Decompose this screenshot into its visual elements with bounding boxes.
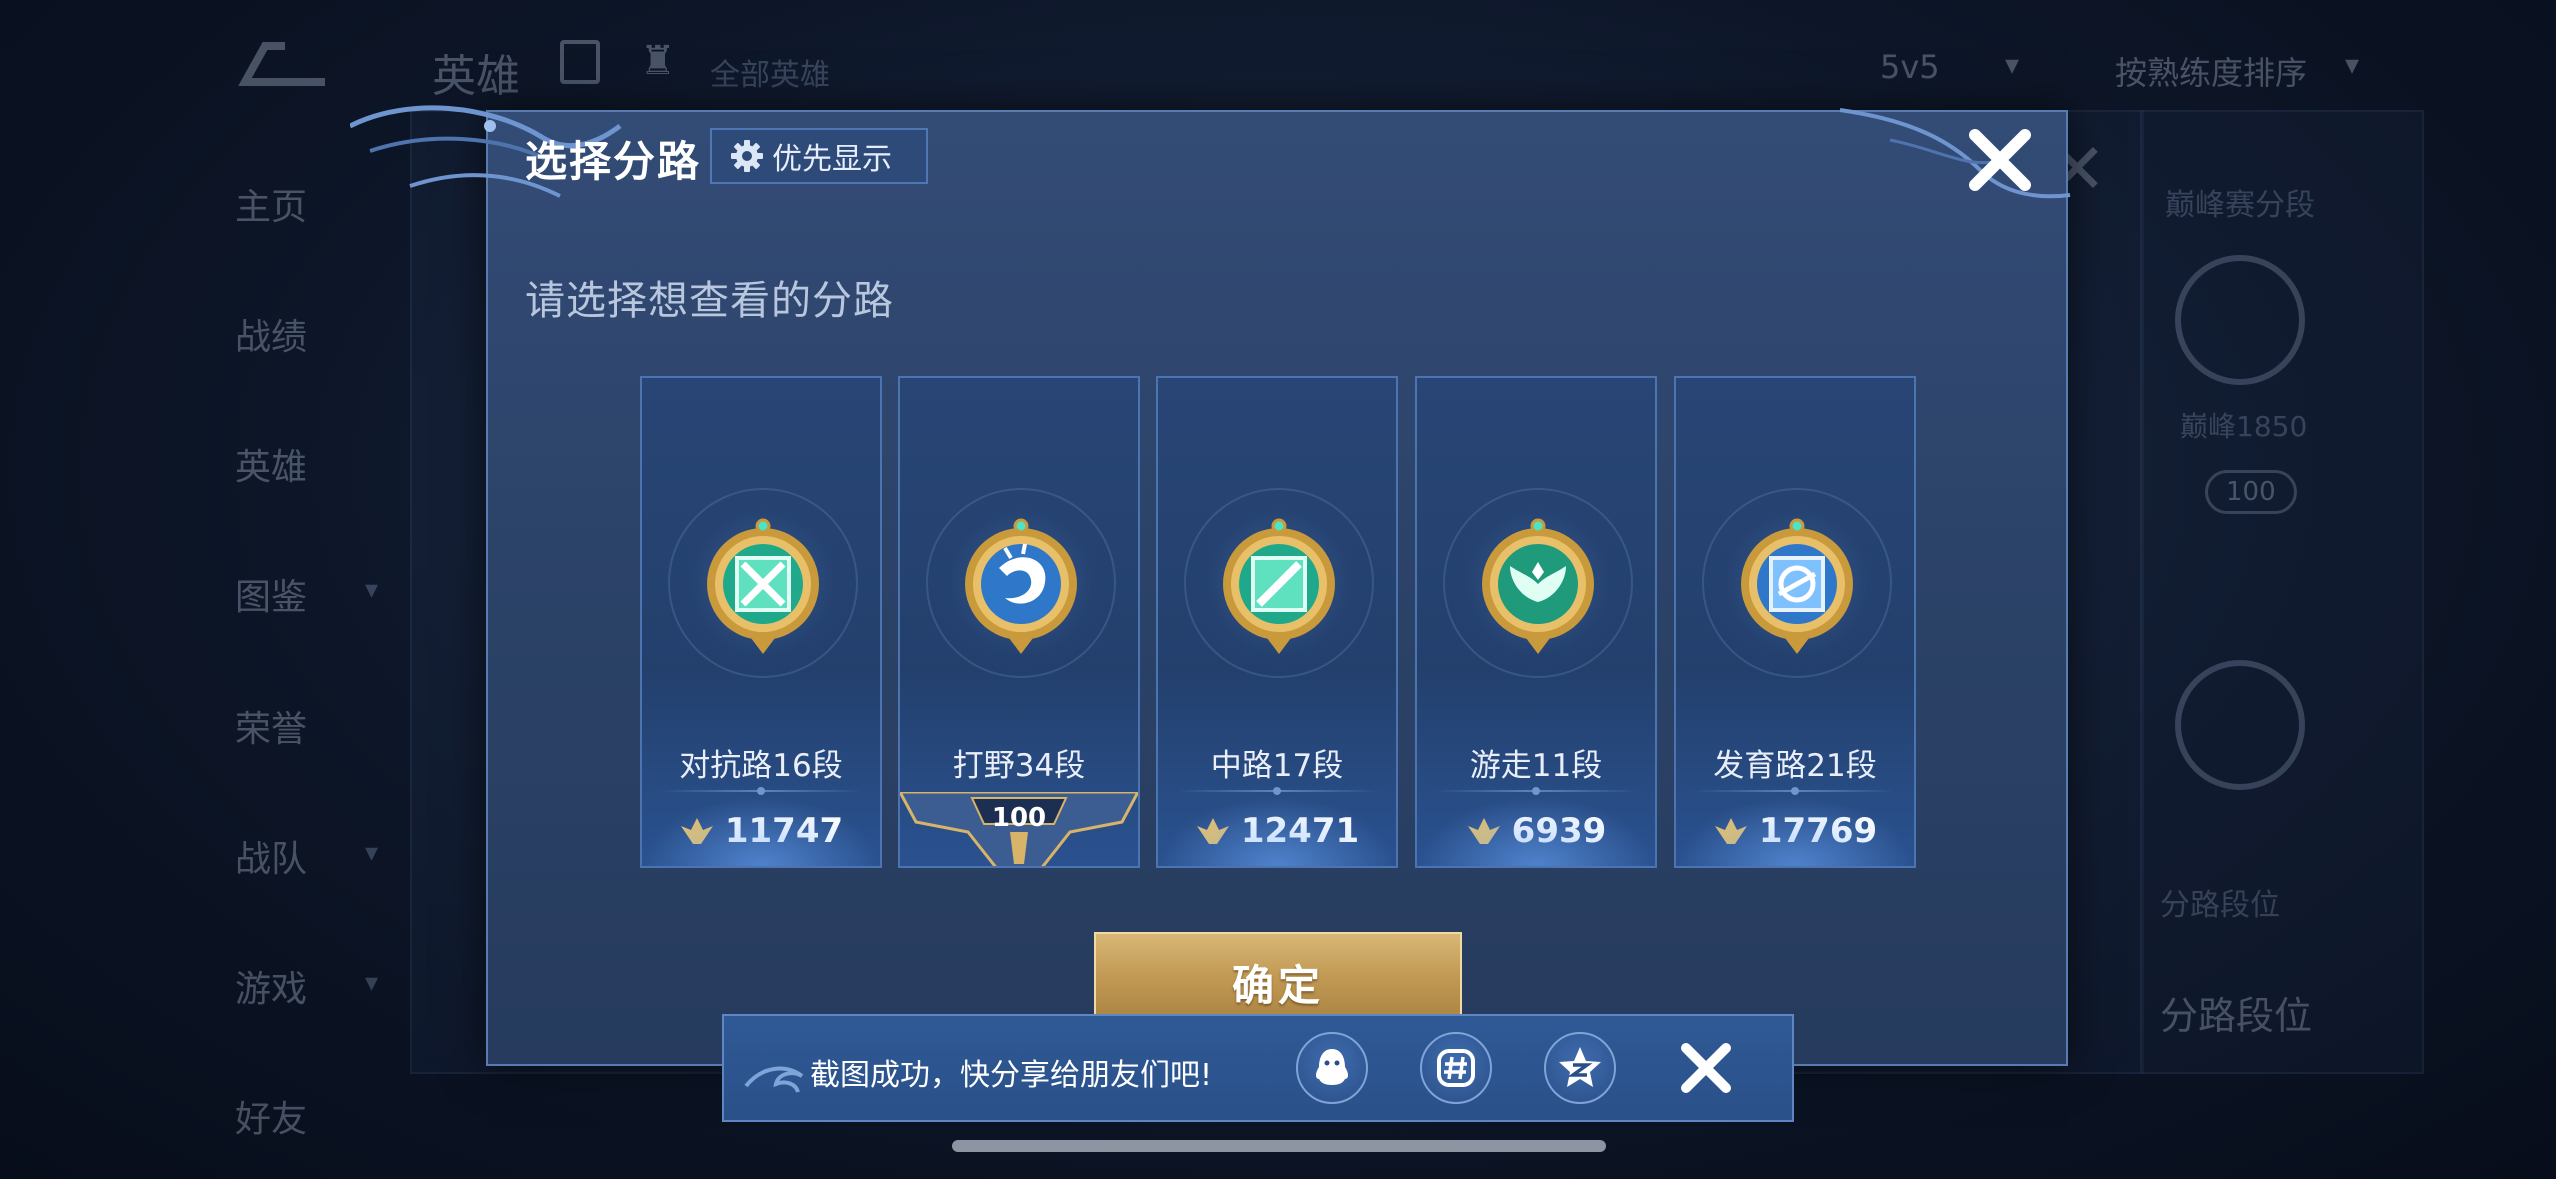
peak-badge-value: 100 [991, 803, 1047, 833]
sidebar-item-team[interactable]: 战队 [235, 830, 307, 882]
sidebar-item-atlas[interactable]: 图鉴 [235, 568, 307, 620]
card-glow [1158, 796, 1396, 866]
share-moments-button[interactable] [1420, 1032, 1492, 1104]
card-glow [642, 796, 880, 866]
wechat-moments-icon [1437, 1049, 1475, 1087]
rank-icon[interactable]: ♜ [640, 38, 676, 84]
sidebar-item-hero[interactable]: 英雄 [235, 438, 307, 490]
background-right-panel [2140, 110, 2424, 1074]
close-icon[interactable] [1965, 125, 2035, 195]
lane-label: 中路17段 [1210, 748, 1344, 784]
divider [660, 787, 862, 795]
lane-label: 打野34段 [952, 748, 1086, 784]
chevron-down-icon: ▾ [365, 575, 379, 605]
chevron-down-icon: ▾ [2005, 48, 2020, 81]
gear-icon [731, 140, 763, 172]
lane-card-mid[interactable]: 中路17段 12471 [1156, 376, 1398, 868]
wings-icon [1482, 518, 1594, 654]
background-title: 英雄 [432, 51, 520, 102]
sidebar-item-record[interactable]: 战绩 [235, 308, 307, 360]
lane-card-jungle[interactable]: 打野34段 100 [898, 376, 1140, 868]
divider [1176, 787, 1378, 795]
chevron-down-icon: ▾ [365, 838, 379, 868]
dialog-title: 选择分路 [525, 137, 702, 186]
mode-dropdown[interactable]: 5v5 [1880, 48, 1940, 86]
card-glow [1417, 796, 1655, 866]
lane-label: 游走11段 [1469, 748, 1603, 784]
arrow-target-icon [1741, 518, 1853, 654]
background-badge: 100 [2205, 470, 2297, 514]
divider [1435, 787, 1637, 795]
home-indicator[interactable] [952, 1140, 1606, 1152]
background-right-sub: 巅峰1850 [2180, 410, 2308, 443]
priority-display-button[interactable]: 优先显示 [710, 128, 928, 184]
rank-emblem-icon [2175, 255, 2305, 385]
card-glow [1676, 796, 1914, 866]
close-icon[interactable] [1676, 1038, 1736, 1098]
sidebar-item-game[interactable]: 游戏 [235, 960, 307, 1012]
share-qzone-button[interactable] [1544, 1032, 1616, 1104]
priority-display-label: 优先显示 [772, 142, 892, 177]
share-qq-button[interactable] [1296, 1032, 1368, 1104]
qq-icon [1316, 1049, 1348, 1085]
background-right-label: 分路段位 [2160, 888, 2280, 923]
toast-message: 截图成功，快分享给朋友们吧! [810, 1058, 1213, 1093]
rank-emblem-icon [2175, 660, 2305, 790]
crossed-swords-icon [707, 518, 819, 654]
sort-dropdown[interactable]: 按熟练度排序 [2115, 48, 2307, 94]
lane-card-top[interactable]: 对抗路16段 11747 [640, 376, 882, 868]
qzone-icon [1559, 1047, 1601, 1087]
lane-card-bottom[interactable]: 发育路21段 17769 [1674, 376, 1916, 868]
lane-label: 发育路21段 [1713, 748, 1877, 784]
background-right-label-large: 分路段位 [2160, 994, 2313, 1038]
divider [1694, 787, 1896, 795]
dialog-subtitle: 请选择想查看的分路 [525, 278, 894, 324]
lane-card-roam[interactable]: 游走11段 6939 [1415, 376, 1657, 868]
sidebar-item-home[interactable]: 主页 [235, 178, 307, 230]
staff-icon [1223, 518, 1335, 654]
lane-label: 对抗路16段 [679, 748, 843, 784]
sidebar-item-honor[interactable]: 荣誉 [235, 700, 307, 752]
chevron-down-icon: ▾ [2345, 48, 2360, 81]
confirm-label: 确定 [1231, 961, 1324, 1010]
back-arrow-icon[interactable] [225, 32, 335, 92]
dragon-icon [965, 518, 1077, 654]
background-right-title: 巅峰赛分段 [2165, 188, 2315, 223]
sidebar-item-friends[interactable]: 好友 [235, 1090, 307, 1142]
book-icon[interactable] [560, 40, 600, 84]
chevron-down-icon: ▾ [365, 968, 379, 998]
background-subtitle: 全部英雄 [710, 58, 830, 93]
